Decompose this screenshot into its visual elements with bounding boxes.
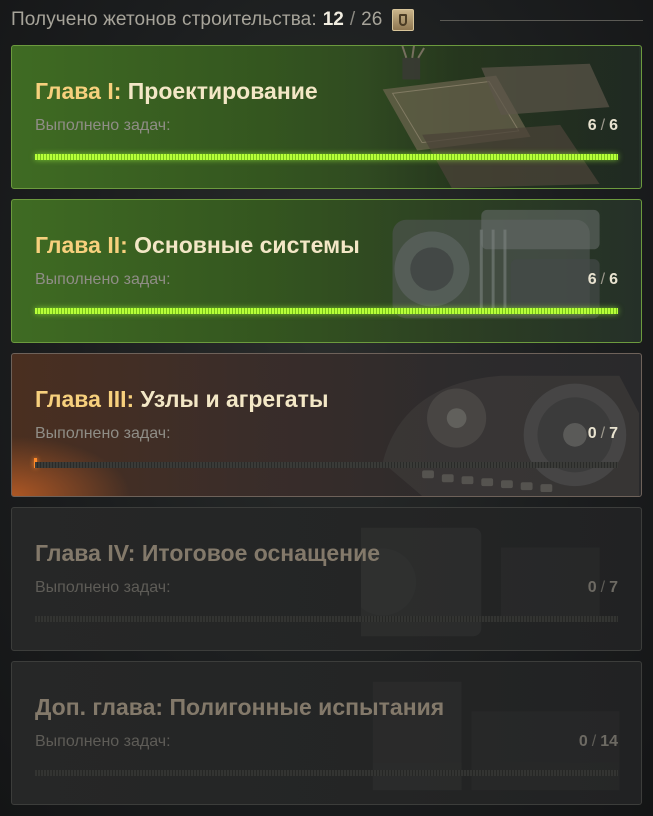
progress-bar [35, 616, 618, 622]
tasks-total: 14 [600, 733, 618, 750]
tasks-count: 6/6 [588, 117, 618, 135]
tasks-total: 6 [609, 117, 618, 134]
chapter-card-4[interactable]: Глава IV: Итоговое оснащение Выполнено з… [11, 507, 642, 651]
chapter-card-2[interactable]: Глава II: Основные системы Выполнено зад… [11, 199, 642, 343]
tasks-total: 7 [609, 579, 618, 596]
chapter-title: Глава I: Проектирование [35, 78, 318, 105]
tasks-label: Выполнено задач: [35, 733, 171, 750]
tasks-done: 0 [587, 425, 597, 442]
tasks-total: 6 [609, 271, 618, 288]
chapter-title: Глава II: Основные системы [35, 232, 360, 259]
tokens-current: 12 [322, 9, 344, 30]
chapter-number: Глава I: [35, 78, 122, 104]
header-divider [440, 19, 643, 21]
tokens-total: 26 [361, 9, 383, 30]
chapter-title: Глава III: Узлы и агрегаты [35, 386, 329, 413]
tasks-total: 7 [609, 425, 618, 442]
progress-bar [35, 462, 618, 468]
chapter-name: Полигонные испытания [169, 694, 445, 720]
count-separator: / [600, 271, 606, 288]
chapter-card-1[interactable]: Глава I: Проектирование Выполнено задач:… [11, 45, 642, 189]
chapter-name: Проектирование [127, 78, 318, 104]
progress-bar [35, 154, 618, 160]
chapter-number: Глава III: [35, 386, 135, 412]
count-separator: / [591, 733, 597, 750]
tasks-done: 0 [578, 733, 588, 750]
tasks-count: 0/7 [588, 425, 618, 443]
chapter-number: Глава II: [35, 232, 128, 258]
tasks-label: Выполнено задач: [35, 579, 171, 596]
tasks-label: Выполнено задач: [35, 425, 171, 442]
tasks-done: 6 [587, 271, 597, 288]
chapter-name: Основные системы [134, 232, 360, 258]
chapter-name: Итоговое оснащение [141, 540, 381, 566]
chapter-name: Узлы и агрегаты [140, 386, 329, 412]
chapter-number: Глава IV: [35, 540, 136, 566]
tokens-header: Получено жетонов строительства: 12 / 26 [11, 6, 643, 34]
tasks-count: 6/6 [588, 271, 618, 289]
tokens-separator: / [349, 9, 356, 30]
tokens-label: Получено жетонов строительства: [11, 9, 317, 30]
progress-fill [35, 308, 618, 314]
tasks-count: 0/14 [579, 733, 618, 751]
progress-bar [35, 770, 618, 776]
chapter-title: Доп. глава: Полигонные испытания [35, 694, 444, 721]
progress-bar [35, 308, 618, 314]
count-separator: / [600, 579, 606, 596]
tasks-label: Выполнено задач: [35, 271, 171, 288]
chapter-card-3[interactable]: Глава III: Узлы и агрегаты Выполнено зад… [11, 353, 642, 497]
tasks-label: Выполнено задач: [35, 117, 171, 134]
count-separator: / [600, 117, 606, 134]
count-separator: / [600, 425, 606, 442]
tasks-done: 6 [587, 117, 597, 134]
construction-token-icon [392, 9, 415, 31]
tasks-done: 0 [587, 579, 597, 596]
progress-fill [35, 154, 618, 160]
tasks-count: 0/7 [588, 579, 618, 597]
chapter-number: Доп. глава: [35, 694, 164, 720]
chapter-title: Глава IV: Итоговое оснащение [35, 540, 380, 567]
chapter-card-5[interactable]: Доп. глава: Полигонные испытания Выполне… [11, 661, 642, 805]
